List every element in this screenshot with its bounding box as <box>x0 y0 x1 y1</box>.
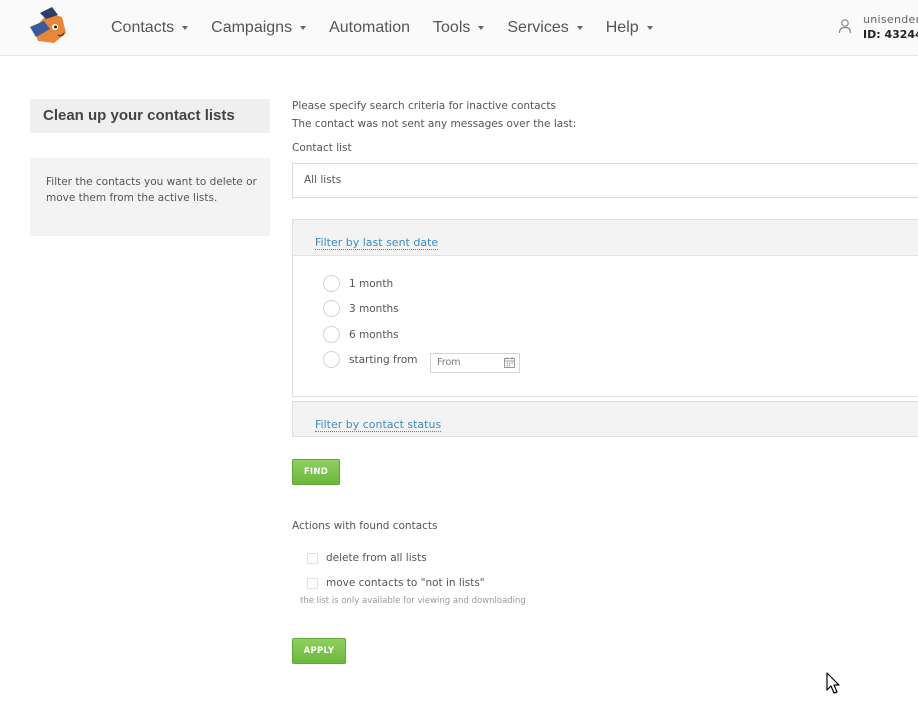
period-option-label: 6 months <box>349 328 399 341</box>
filter-date-panel: Filter by last sent date 1 month 3 month… <box>292 219 918 397</box>
page-description: Filter the contacts you want to delete o… <box>30 158 270 236</box>
mouse-cursor-icon <box>826 672 840 694</box>
action-hint: the list is only available for viewing a… <box>300 596 526 606</box>
nav-help[interactable]: Help <box>606 19 653 37</box>
checkbox-icon[interactable] <box>307 553 318 564</box>
nav-help-label: Help <box>605 18 639 36</box>
chevron-down-icon <box>300 25 307 30</box>
period-option-label: 1 month <box>349 277 394 290</box>
user-name: unisender <box>863 13 918 26</box>
action-move-option[interactable]: move contacts to "not in lists" <box>307 577 485 589</box>
chevron-down-icon <box>646 25 653 30</box>
intro-text-1: Please specify search criteria for inact… <box>292 100 556 112</box>
chevron-down-icon <box>182 25 189 30</box>
top-navbar: Contacts Campaigns Automation Tools Serv… <box>0 0 918 56</box>
from-date-input[interactable]: From <box>430 353 520 373</box>
action-delete-option[interactable]: delete from all lists <box>307 552 427 564</box>
actions-label: Actions with found contacts <box>292 520 438 532</box>
nav-contacts-label: Contacts <box>111 18 175 36</box>
period-option-starting-from[interactable]: starting from <box>323 351 417 368</box>
radio-button[interactable] <box>323 275 340 292</box>
radio-button[interactable] <box>323 351 340 368</box>
filter-by-status-link[interactable]: Filter by contact status <box>315 418 442 432</box>
nav-automation-label: Automation <box>329 18 411 36</box>
contact-list-value: All lists <box>304 174 342 186</box>
period-option-1-month[interactable]: 1 month <box>323 275 393 292</box>
contact-list-label: Contact list <box>292 142 352 154</box>
intro-text-2: The contact was not sent any messages ov… <box>292 118 577 130</box>
page-title: Clean up your contact lists <box>30 99 270 133</box>
filter-date-header: Filter by last sent date <box>293 220 918 256</box>
unisender-logo-icon[interactable] <box>28 7 70 45</box>
nav-automation[interactable]: Automation <box>329 19 410 37</box>
apply-button[interactable]: APPLY <box>292 638 346 664</box>
calendar-icon[interactable] <box>504 357 515 368</box>
user-id: ID: 432444 <box>863 28 918 41</box>
period-option-label: starting from <box>349 353 418 366</box>
user-icon[interactable] <box>838 18 852 34</box>
period-option-3-months[interactable]: 3 months <box>323 300 399 317</box>
nav-contacts[interactable]: Contacts <box>111 18 189 37</box>
from-date-placeholder: From <box>437 357 461 368</box>
radio-button[interactable] <box>323 326 340 343</box>
nav-services[interactable]: Services <box>507 18 583 37</box>
filter-by-date-link[interactable]: Filter by last sent date <box>315 236 439 250</box>
contact-list-select[interactable]: All lists <box>292 163 918 198</box>
nav-tools-label: Tools <box>433 18 471 36</box>
filter-status-panel: Filter by contact status <box>292 401 918 437</box>
chevron-down-icon <box>478 25 485 30</box>
nav-campaigns-label: Campaigns <box>211 18 293 36</box>
period-option-label: 3 months <box>349 302 399 315</box>
chevron-down-icon <box>576 25 583 30</box>
nav-services-label: Services <box>507 18 569 36</box>
find-button[interactable]: FIND <box>292 459 340 485</box>
checkbox-icon[interactable] <box>307 578 318 589</box>
user-account[interactable]: unisender ID: 432444 <box>863 12 918 42</box>
action-move-label: move contacts to "not in lists" <box>326 577 485 589</box>
period-option-6-months[interactable]: 6 months <box>323 326 399 343</box>
nav-campaigns[interactable]: Campaigns <box>211 18 307 37</box>
action-delete-label: delete from all lists <box>326 552 427 564</box>
nav-tools[interactable]: Tools <box>433 18 485 37</box>
radio-button[interactable] <box>323 300 340 317</box>
main-nav: Contacts Campaigns Automation Tools Serv… <box>111 0 676 55</box>
